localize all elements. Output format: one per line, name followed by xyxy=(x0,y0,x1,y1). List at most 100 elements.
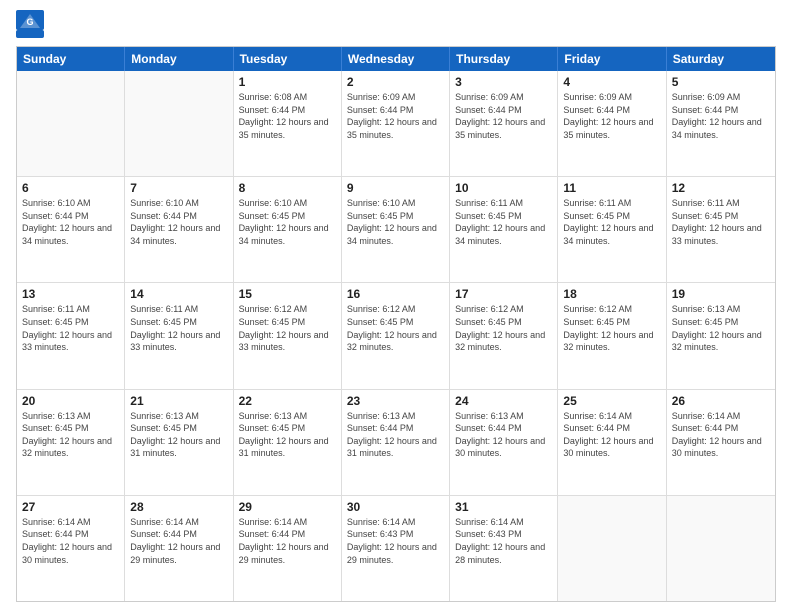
day-number: 8 xyxy=(239,181,336,195)
week-row-2: 6 Sunrise: 6:10 AM Sunset: 6:44 PM Daylig… xyxy=(17,177,775,283)
day-cell-25: 25Sunrise: 6:14 AM Sunset: 6:44 PM Dayli… xyxy=(558,390,666,495)
day-cell-23: 23 Sunrise: 6:13 AM Sunset: 6:44 PM Dayli… xyxy=(342,390,450,495)
empty-cell xyxy=(17,71,125,176)
day-info: Sunrise: 6:10 AM Sunset: 6:45 PM Dayligh… xyxy=(347,197,444,247)
day-info: Sunrise: 6:11 AM Sunset: 6:45 PM Dayligh… xyxy=(130,303,227,353)
day-info: Sunrise: 6:09 AM Sunset: 6:44 PM Dayligh… xyxy=(672,91,770,141)
day-number: 25 xyxy=(563,394,660,408)
day-cell-31: 31Sunrise: 6:14 AM Sunset: 6:43 PM Dayli… xyxy=(450,496,558,601)
day-info: Sunrise: 6:12 AM Sunset: 6:45 PM Dayligh… xyxy=(455,303,552,353)
day-info: Sunrise: 6:13 AM Sunset: 6:44 PM Dayligh… xyxy=(455,410,552,460)
day-info: Sunrise: 6:09 AM Sunset: 6:44 PM Dayligh… xyxy=(347,91,444,141)
day-cell-22: 22 Sunrise: 6:13 AM Sunset: 6:45 PM Dayli… xyxy=(234,390,342,495)
day-cell-1: 1Sunrise: 6:08 AM Sunset: 6:44 PM Daylig… xyxy=(234,71,342,176)
cal-header-thursday: Thursday xyxy=(450,47,558,71)
week-row-5: 27 Sunrise: 6:14 AM Sunset: 6:44 PM Dayli… xyxy=(17,496,775,601)
day-number: 16 xyxy=(347,287,444,301)
day-info: Sunrise: 6:14 AM Sunset: 6:44 PM Dayligh… xyxy=(239,516,336,566)
day-number: 23 xyxy=(347,394,444,408)
day-number: 15 xyxy=(239,287,336,301)
day-info: Sunrise: 6:13 AM Sunset: 6:45 PM Dayligh… xyxy=(672,303,770,353)
day-number: 13 xyxy=(22,287,119,301)
day-info: Sunrise: 6:12 AM Sunset: 6:45 PM Dayligh… xyxy=(239,303,336,353)
day-cell-4: 4Sunrise: 6:09 AM Sunset: 6:44 PM Daylig… xyxy=(558,71,666,176)
day-number: 19 xyxy=(672,287,770,301)
day-cell-19: 19 Sunrise: 6:13 AM Sunset: 6:45 PM Dayli… xyxy=(667,283,775,388)
calendar-header: SundayMondayTuesdayWednesdayThursdayFrid… xyxy=(17,47,775,71)
day-cell-30: 30 Sunrise: 6:14 AM Sunset: 6:43 PM Dayli… xyxy=(342,496,450,601)
day-cell-13: 13 Sunrise: 6:11 AM Sunset: 6:45 PM Dayli… xyxy=(17,283,125,388)
logo-icon: G xyxy=(16,10,44,38)
day-number: 30 xyxy=(347,500,444,514)
day-cell-5: 5 Sunrise: 6:09 AM Sunset: 6:44 PM Daylig… xyxy=(667,71,775,176)
day-cell-15: 15 Sunrise: 6:12 AM Sunset: 6:45 PM Dayli… xyxy=(234,283,342,388)
header: G xyxy=(16,10,776,38)
calendar: SundayMondayTuesdayWednesdayThursdayFrid… xyxy=(16,46,776,602)
day-info: Sunrise: 6:11 AM Sunset: 6:45 PM Dayligh… xyxy=(672,197,770,247)
day-number: 24 xyxy=(455,394,552,408)
day-number: 29 xyxy=(239,500,336,514)
cal-header-wednesday: Wednesday xyxy=(342,47,450,71)
cal-header-sunday: Sunday xyxy=(17,47,125,71)
day-info: Sunrise: 6:10 AM Sunset: 6:44 PM Dayligh… xyxy=(130,197,227,247)
day-cell-16: 16 Sunrise: 6:12 AM Sunset: 6:45 PM Dayli… xyxy=(342,283,450,388)
day-cell-8: 8 Sunrise: 6:10 AM Sunset: 6:45 PM Daylig… xyxy=(234,177,342,282)
day-info: Sunrise: 6:14 AM Sunset: 6:43 PM Dayligh… xyxy=(347,516,444,566)
day-info: Sunrise: 6:11 AM Sunset: 6:45 PM Dayligh… xyxy=(563,197,660,247)
day-cell-6: 6 Sunrise: 6:10 AM Sunset: 6:44 PM Daylig… xyxy=(17,177,125,282)
day-cell-24: 24 Sunrise: 6:13 AM Sunset: 6:44 PM Dayli… xyxy=(450,390,558,495)
week-row-4: 20 Sunrise: 6:13 AM Sunset: 6:45 PM Dayli… xyxy=(17,390,775,496)
empty-cell xyxy=(667,496,775,601)
day-number: 5 xyxy=(672,75,770,89)
day-number: 17 xyxy=(455,287,552,301)
day-cell-20: 20 Sunrise: 6:13 AM Sunset: 6:45 PM Dayli… xyxy=(17,390,125,495)
day-cell-17: 17 Sunrise: 6:12 AM Sunset: 6:45 PM Dayli… xyxy=(450,283,558,388)
day-info: Sunrise: 6:12 AM Sunset: 6:45 PM Dayligh… xyxy=(347,303,444,353)
day-info: Sunrise: 6:10 AM Sunset: 6:44 PM Dayligh… xyxy=(22,197,119,247)
day-number: 27 xyxy=(22,500,119,514)
day-info: Sunrise: 6:13 AM Sunset: 6:45 PM Dayligh… xyxy=(239,410,336,460)
day-number: 20 xyxy=(22,394,119,408)
day-cell-26: 26 Sunrise: 6:14 AM Sunset: 6:44 PM Dayli… xyxy=(667,390,775,495)
day-number: 2 xyxy=(347,75,444,89)
day-cell-27: 27 Sunrise: 6:14 AM Sunset: 6:44 PM Dayli… xyxy=(17,496,125,601)
day-number: 9 xyxy=(347,181,444,195)
day-number: 1 xyxy=(239,75,336,89)
day-number: 11 xyxy=(563,181,660,195)
day-number: 18 xyxy=(563,287,660,301)
day-cell-11: 11 Sunrise: 6:11 AM Sunset: 6:45 PM Dayli… xyxy=(558,177,666,282)
day-cell-3: 3Sunrise: 6:09 AM Sunset: 6:44 PM Daylig… xyxy=(450,71,558,176)
cal-header-saturday: Saturday xyxy=(667,47,775,71)
day-info: Sunrise: 6:10 AM Sunset: 6:45 PM Dayligh… xyxy=(239,197,336,247)
calendar-page: G SundayMondayTuesdayWednesdayThursdayFr… xyxy=(0,0,792,612)
day-number: 6 xyxy=(22,181,119,195)
day-cell-21: 21Sunrise: 6:13 AM Sunset: 6:45 PM Dayli… xyxy=(125,390,233,495)
empty-cell xyxy=(558,496,666,601)
cal-header-friday: Friday xyxy=(558,47,666,71)
logo: G xyxy=(16,10,48,38)
day-info: Sunrise: 6:13 AM Sunset: 6:44 PM Dayligh… xyxy=(347,410,444,460)
day-cell-28: 28Sunrise: 6:14 AM Sunset: 6:44 PM Dayli… xyxy=(125,496,233,601)
day-cell-9: 9 Sunrise: 6:10 AM Sunset: 6:45 PM Daylig… xyxy=(342,177,450,282)
day-number: 26 xyxy=(672,394,770,408)
day-info: Sunrise: 6:13 AM Sunset: 6:45 PM Dayligh… xyxy=(22,410,119,460)
day-number: 21 xyxy=(130,394,227,408)
day-cell-14: 14 Sunrise: 6:11 AM Sunset: 6:45 PM Dayli… xyxy=(125,283,233,388)
day-info: Sunrise: 6:11 AM Sunset: 6:45 PM Dayligh… xyxy=(22,303,119,353)
svg-text:G: G xyxy=(26,17,33,27)
day-info: Sunrise: 6:14 AM Sunset: 6:44 PM Dayligh… xyxy=(22,516,119,566)
day-info: Sunrise: 6:14 AM Sunset: 6:44 PM Dayligh… xyxy=(130,516,227,566)
day-cell-29: 29 Sunrise: 6:14 AM Sunset: 6:44 PM Dayli… xyxy=(234,496,342,601)
cal-header-tuesday: Tuesday xyxy=(234,47,342,71)
empty-cell xyxy=(125,71,233,176)
day-cell-18: 18Sunrise: 6:12 AM Sunset: 6:45 PM Dayli… xyxy=(558,283,666,388)
day-number: 14 xyxy=(130,287,227,301)
day-info: Sunrise: 6:09 AM Sunset: 6:44 PM Dayligh… xyxy=(563,91,660,141)
calendar-body: 1Sunrise: 6:08 AM Sunset: 6:44 PM Daylig… xyxy=(17,71,775,601)
day-number: 31 xyxy=(455,500,552,514)
week-row-3: 13 Sunrise: 6:11 AM Sunset: 6:45 PM Dayli… xyxy=(17,283,775,389)
day-info: Sunrise: 6:14 AM Sunset: 6:44 PM Dayligh… xyxy=(672,410,770,460)
day-number: 22 xyxy=(239,394,336,408)
day-cell-7: 7Sunrise: 6:10 AM Sunset: 6:44 PM Daylig… xyxy=(125,177,233,282)
week-row-1: 1Sunrise: 6:08 AM Sunset: 6:44 PM Daylig… xyxy=(17,71,775,177)
